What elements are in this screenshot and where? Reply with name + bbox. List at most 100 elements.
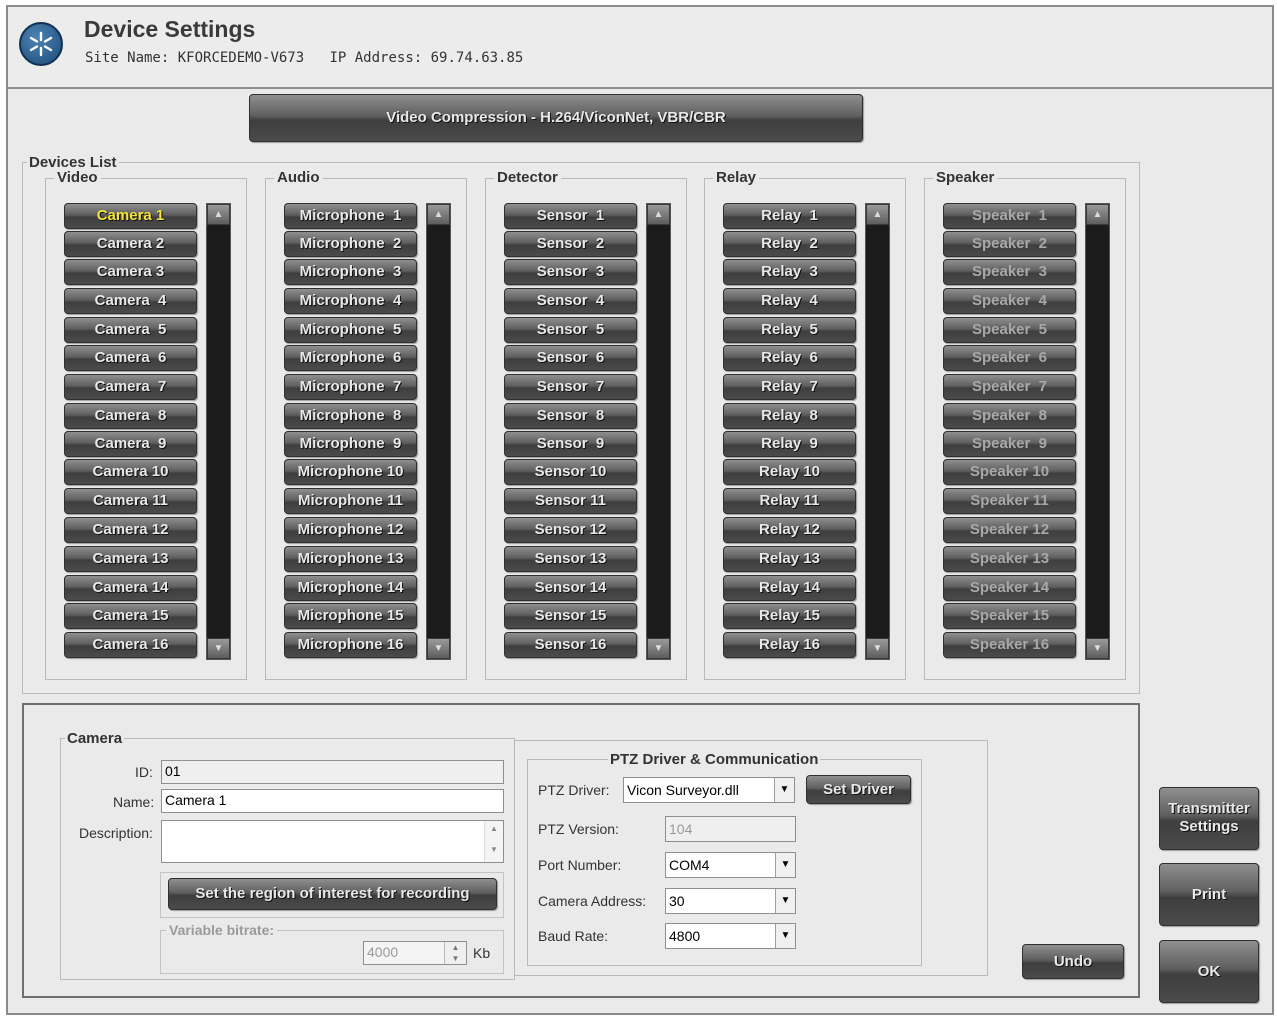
device-item-button[interactable]: Speaker 7 <box>943 374 1076 400</box>
ok-button[interactable]: OK <box>1159 940 1259 1003</box>
device-item-button[interactable]: Relay 6 <box>723 345 856 371</box>
device-item-button[interactable]: Sensor 8 <box>504 403 637 429</box>
device-item-button[interactable]: Microphone 1 <box>284 203 417 229</box>
device-item-button[interactable]: Camera 11 <box>64 488 197 514</box>
device-item-button[interactable]: Camera 15 <box>64 603 197 629</box>
device-item-button[interactable]: Relay 1 <box>723 203 856 229</box>
device-item-button[interactable]: Sensor 7 <box>504 374 637 400</box>
undo-button[interactable]: Undo <box>1022 944 1124 979</box>
device-item-button[interactable]: Microphone 2 <box>284 231 417 257</box>
chevron-down-icon[interactable]: ▼ <box>775 889 795 913</box>
device-item-button[interactable]: Camera 9 <box>64 431 197 457</box>
device-item-button[interactable]: Speaker 9 <box>943 431 1076 457</box>
vbr-stepper[interactable]: ▲ ▼ <box>444 942 466 964</box>
device-item-button[interactable]: Relay 4 <box>723 288 856 314</box>
scroll-down-icon[interactable]: ▼ <box>485 842 503 858</box>
scroll-up-icon[interactable]: ▲ <box>207 204 230 225</box>
device-item-button[interactable]: Relay 2 <box>723 231 856 257</box>
device-item-button[interactable]: Speaker 13 <box>943 546 1076 572</box>
scroll-up-icon[interactable]: ▲ <box>427 204 450 225</box>
set-roi-button[interactable]: Set the region of interest for recording <box>168 878 497 910</box>
device-item-button[interactable]: Speaker 8 <box>943 403 1076 429</box>
chevron-down-icon[interactable]: ▼ <box>775 924 795 948</box>
device-item-button[interactable]: Microphone 8 <box>284 403 417 429</box>
ptz-driver-select[interactable]: Vicon Surveyor.dll ▼ <box>623 777 795 803</box>
device-item-button[interactable]: Speaker 1 <box>943 203 1076 229</box>
device-item-button[interactable]: Camera 7 <box>64 374 197 400</box>
device-item-button[interactable]: Sensor 14 <box>504 575 637 601</box>
device-item-button[interactable]: Microphone 7 <box>284 374 417 400</box>
description-scrollbar[interactable]: ▲ ▼ <box>484 821 503 862</box>
device-item-button[interactable]: Relay 11 <box>723 488 856 514</box>
device-list-scrollbar[interactable]: ▲ ▼ <box>865 203 890 660</box>
name-field[interactable]: Camera 1 <box>161 789 504 813</box>
device-item-button[interactable]: Speaker 15 <box>943 603 1076 629</box>
device-item-button[interactable]: Camera 6 <box>64 345 197 371</box>
device-item-button[interactable]: Microphone 4 <box>284 288 417 314</box>
scroll-up-icon[interactable]: ▲ <box>485 821 503 837</box>
device-item-button[interactable]: Sensor 5 <box>504 317 637 343</box>
device-item-button[interactable]: Relay 14 <box>723 575 856 601</box>
description-field[interactable] <box>161 820 504 863</box>
device-item-button[interactable]: Microphone 13 <box>284 546 417 572</box>
device-item-button[interactable]: Sensor 16 <box>504 632 637 658</box>
device-item-button[interactable]: Microphone 12 <box>284 517 417 543</box>
set-driver-button[interactable]: Set Driver <box>806 775 911 804</box>
device-item-button[interactable]: Camera 13 <box>64 546 197 572</box>
scroll-down-icon[interactable]: ▼ <box>207 638 230 659</box>
print-button[interactable]: Print <box>1159 863 1259 926</box>
device-item-button[interactable]: Microphone 5 <box>284 317 417 343</box>
device-item-button[interactable]: Speaker 5 <box>943 317 1076 343</box>
transmitter-settings-button[interactable]: Transmitter Settings <box>1159 787 1259 850</box>
device-item-button[interactable]: Sensor 1 <box>504 203 637 229</box>
camera-address-select[interactable]: 30 ▼ <box>665 888 796 914</box>
device-list-scrollbar[interactable]: ▲ ▼ <box>646 203 671 660</box>
device-item-button[interactable]: Sensor 6 <box>504 345 637 371</box>
device-item-button[interactable]: Relay 9 <box>723 431 856 457</box>
scroll-down-icon[interactable]: ▼ <box>866 638 889 659</box>
device-item-button[interactable]: Microphone 15 <box>284 603 417 629</box>
device-item-button[interactable]: Sensor 4 <box>504 288 637 314</box>
device-item-button[interactable]: Speaker 11 <box>943 488 1076 514</box>
device-item-button[interactable]: Camera 2 <box>64 231 197 257</box>
device-item-button[interactable]: Camera 12 <box>64 517 197 543</box>
device-list-scrollbar[interactable]: ▲ ▼ <box>426 203 451 660</box>
device-item-button[interactable]: Speaker 6 <box>943 345 1076 371</box>
device-item-button[interactable]: Microphone 10 <box>284 459 417 485</box>
scroll-down-icon[interactable]: ▼ <box>427 638 450 659</box>
video-compression-button[interactable]: Video Compression - H.264/ViconNet, VBR/… <box>249 94 863 142</box>
device-item-button[interactable]: Camera 4 <box>64 288 197 314</box>
device-item-button[interactable]: Relay 7 <box>723 374 856 400</box>
scroll-up-icon[interactable]: ▲ <box>866 204 889 225</box>
device-item-button[interactable]: Relay 3 <box>723 259 856 285</box>
device-item-button[interactable]: Speaker 2 <box>943 231 1076 257</box>
device-item-button[interactable]: Sensor 2 <box>504 231 637 257</box>
device-item-button[interactable]: Camera 1 <box>64 203 197 229</box>
stepper-down-icon[interactable]: ▼ <box>445 953 466 964</box>
device-list-scrollbar[interactable]: ▲ ▼ <box>206 203 231 660</box>
chevron-down-icon[interactable]: ▼ <box>775 853 795 877</box>
device-item-button[interactable]: Speaker 10 <box>943 459 1076 485</box>
device-item-button[interactable]: Camera 14 <box>64 575 197 601</box>
device-item-button[interactable]: Sensor 15 <box>504 603 637 629</box>
chevron-down-icon[interactable]: ▼ <box>774 778 794 802</box>
device-list-scrollbar[interactable]: ▲ ▼ <box>1085 203 1110 660</box>
device-item-button[interactable]: Sensor 13 <box>504 546 637 572</box>
device-item-button[interactable]: Speaker 4 <box>943 288 1076 314</box>
baud-rate-select[interactable]: 4800 ▼ <box>665 923 796 949</box>
device-item-button[interactable]: Speaker 14 <box>943 575 1076 601</box>
device-item-button[interactable]: Sensor 3 <box>504 259 637 285</box>
device-item-button[interactable]: Relay 10 <box>723 459 856 485</box>
id-field[interactable]: 01 <box>161 760 504 784</box>
port-number-select[interactable]: COM4 ▼ <box>665 852 796 878</box>
device-item-button[interactable]: Sensor 12 <box>504 517 637 543</box>
scroll-up-icon[interactable]: ▲ <box>647 204 670 225</box>
device-item-button[interactable]: Microphone 9 <box>284 431 417 457</box>
device-item-button[interactable]: Relay 8 <box>723 403 856 429</box>
scroll-down-icon[interactable]: ▼ <box>1086 638 1109 659</box>
device-item-button[interactable]: Microphone 11 <box>284 488 417 514</box>
device-item-button[interactable]: Microphone 16 <box>284 632 417 658</box>
device-item-button[interactable]: Speaker 16 <box>943 632 1076 658</box>
scroll-up-icon[interactable]: ▲ <box>1086 204 1109 225</box>
device-item-button[interactable]: Relay 12 <box>723 517 856 543</box>
